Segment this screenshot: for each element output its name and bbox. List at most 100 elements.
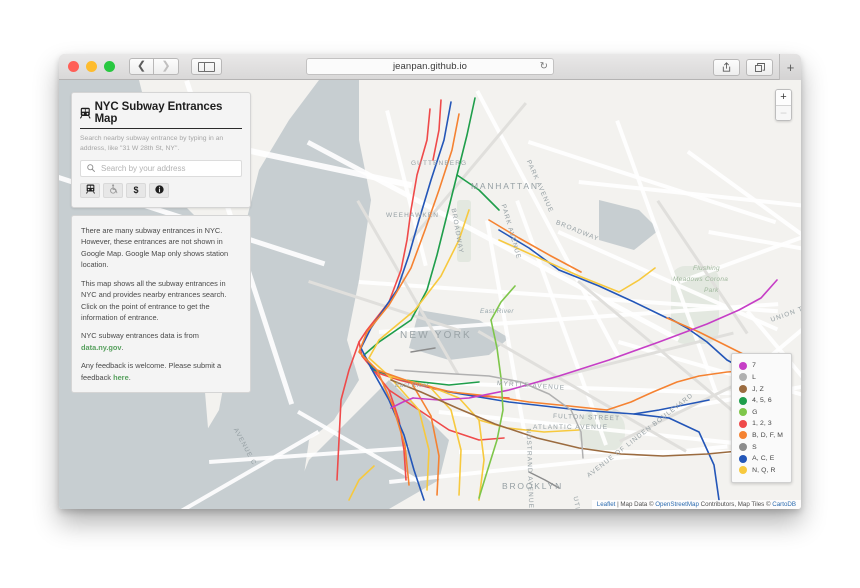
minimize-window-button[interactable] (86, 61, 97, 72)
toolbar-right-buttons: + (713, 54, 801, 80)
search-placeholder: Search by your address (101, 163, 186, 173)
map-label: MANHATTAN (471, 181, 539, 191)
attrib-mid: Contributors, Map Tiles © (698, 501, 773, 508)
subway-line-coney[interactable] (348, 465, 375, 501)
map-attribution: Leaflet | Map Data © OpenStreetMap Contr… (591, 500, 801, 509)
legend-item[interactable]: 1, 2, 3 (739, 418, 783, 430)
panel-title-text: NYC Subway Entrances Map (94, 101, 223, 125)
legend-color-dot (739, 454, 748, 463)
browser-window: ❮ ❯ jeanpan.github.io ↻ + GUTTENBERG WEE… (59, 54, 801, 509)
search-card: NYC Subway Entrances Map Search nearby s… (71, 92, 251, 208)
legend-item[interactable]: G (739, 406, 783, 418)
share-icon (722, 62, 731, 72)
subway-train-icon (80, 107, 91, 119)
legend-item-label: B, D, F, M (752, 431, 783, 439)
info-p4-after: . (128, 372, 131, 382)
map-zoom-control: + − (775, 89, 792, 121)
legend-item[interactable]: 4, 5, 6 (739, 395, 783, 407)
legend-color-dot (739, 373, 748, 382)
subway-line-bdfm[interactable] (358, 113, 490, 397)
window-controls (68, 61, 115, 72)
legend-color-dot (739, 443, 748, 452)
new-tab-button[interactable]: + (779, 54, 801, 80)
close-window-button[interactable] (68, 61, 79, 72)
show-tabs-button[interactable] (746, 58, 773, 76)
subway-line-m-brooklyn[interactable] (488, 395, 608, 411)
address-bar[interactable]: jeanpan.github.io ↻ (306, 58, 554, 75)
fare-filter[interactable]: $ (126, 182, 146, 198)
map-label: ATLANTIC AVENUE (533, 424, 609, 431)
leaflet-link[interactable]: Leaflet (597, 501, 616, 508)
map-label: Flushing (693, 265, 720, 272)
zoom-out-button[interactable]: − (776, 105, 791, 120)
openstreetmap-link[interactable]: OpenStreetMap (655, 501, 699, 508)
reload-icon[interactable]: ↻ (540, 61, 548, 72)
accessibility-filter[interactable] (103, 182, 123, 198)
sidebar-panel: NYC Subway Entrances Map Search nearby s… (71, 92, 251, 394)
subway-line-astoria-north[interactable] (618, 267, 656, 293)
map-label: GUTTENBERG (411, 160, 468, 167)
info-card: There are many subway entrances in NYC. … (71, 214, 251, 394)
legend-color-dot (739, 431, 748, 440)
legend-color-dot (739, 408, 748, 417)
map-label: Park (704, 287, 719, 294)
subway-line-123-branch[interactable] (336, 341, 360, 481)
info-paragraph-2: This map shows all the subway entrances … (81, 278, 227, 322)
legend-item-label: 7 (752, 362, 757, 370)
maximize-window-button[interactable] (104, 61, 115, 72)
forward-button[interactable]: ❯ (154, 58, 179, 75)
legend-color-dot (739, 385, 748, 394)
zoom-in-button[interactable]: + (776, 90, 791, 105)
subway-line-queens-blvd[interactable] (558, 269, 668, 319)
info-p4-before: Any feedback is welcome. Please submit a… (81, 361, 222, 382)
panel-title: NYC Subway Entrances Map (80, 101, 242, 129)
filter-button-row: $ (80, 182, 242, 198)
share-button[interactable] (713, 58, 740, 76)
subway-line-nqr[interactable] (368, 209, 485, 501)
legend-item[interactable]: J, Z (739, 383, 783, 395)
info-p3-after: . (121, 342, 124, 352)
map-label: East River (395, 382, 429, 389)
legend-color-dot (739, 396, 748, 405)
legend-item-label: A, C, E (752, 455, 775, 463)
legend-item-label: N, Q, R (752, 466, 776, 474)
navigation-buttons: ❮ ❯ (129, 58, 179, 75)
sidebar-toggle-button[interactable] (191, 58, 222, 75)
info-paragraph-4: Any feedback is welcome. Please submit a… (81, 360, 241, 383)
attrib-sep-1: | Map Data © (615, 501, 656, 508)
legend-item[interactable]: L (739, 372, 783, 384)
legend-item-label: 4, 5, 6 (752, 397, 772, 405)
legend-item-label: S (752, 443, 757, 451)
subway-line-s-42nd[interactable] (410, 347, 436, 353)
browser-titlebar: ❮ ❯ jeanpan.github.io ↻ + (59, 54, 801, 80)
sidebar-toggle-icon (198, 61, 215, 72)
legend-item-label: J, Z (752, 385, 764, 393)
legend-item[interactable]: 7 (739, 360, 783, 372)
legend-item[interactable]: S (739, 441, 783, 453)
legend-item[interactable]: N, Q, R (739, 464, 783, 476)
legend-color-dot (739, 361, 748, 370)
legend-item-label: 1, 2, 3 (752, 420, 772, 428)
info-filter[interactable] (149, 182, 169, 198)
map-label: East River (480, 308, 514, 315)
info-icon (154, 185, 164, 196)
subway-filter[interactable] (80, 182, 100, 198)
legend-item-label: G (752, 408, 758, 416)
panel-subtitle: Search nearby subway entrance by typing … (80, 135, 224, 152)
legend-color-dot (739, 466, 748, 475)
info-paragraph-3: NYC subway entrances data is from data.n… (81, 330, 241, 353)
legend-item-label: L (752, 373, 757, 381)
legend-item[interactable]: A, C, E (739, 453, 783, 465)
search-input-wrapper[interactable]: Search by your address (80, 159, 242, 177)
feedback-link[interactable]: here (113, 373, 129, 382)
info-p3-before: NYC subway entrances data is from (81, 331, 199, 341)
wheelchair-icon (109, 184, 118, 196)
map-viewport[interactable]: GUTTENBERG WEEHAWKEN MANHATTAN NEW YORK BROO… (59, 80, 801, 509)
dollar-icon: $ (133, 184, 139, 195)
cartodb-link[interactable]: CartoDB (772, 501, 796, 508)
data-source-link[interactable]: data.ny.gov (81, 343, 122, 352)
tabs-icon (754, 62, 765, 72)
back-button[interactable]: ❮ (129, 58, 154, 75)
legend-item[interactable]: B, D, F, M (739, 430, 783, 442)
search-icon (87, 164, 95, 173)
